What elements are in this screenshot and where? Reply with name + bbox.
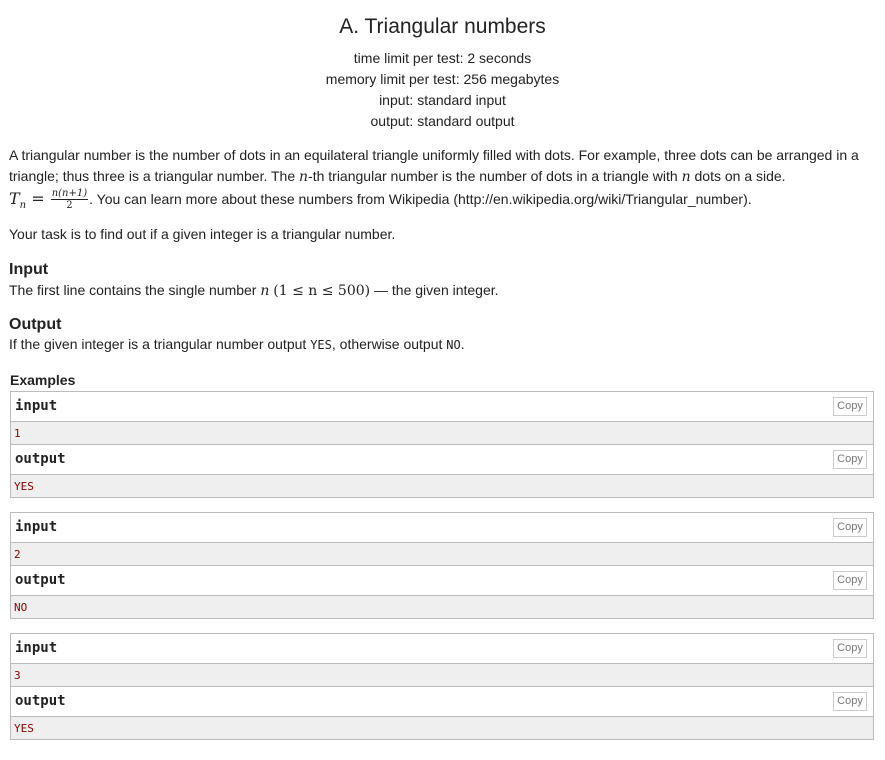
example-1: input Copy 1 output Copy YES: [10, 391, 874, 498]
example-output-value: YES: [14, 722, 34, 735]
input-heading: Input: [9, 261, 49, 278]
input-label: input: [15, 398, 58, 414]
example-2: input Copy 2 output Copy NO: [10, 512, 874, 619]
problem-statement: A triangular number is the number of dot…: [9, 145, 875, 216]
statement-line-1: A triangular number is the number of dot…: [9, 147, 859, 163]
output-label: output: [15, 451, 66, 467]
example-input-body: 2: [11, 543, 873, 566]
copy-output-button[interactable]: Copy: [833, 571, 867, 590]
input-label: input: [15, 519, 58, 535]
example-input-body: 1: [11, 422, 873, 445]
example-output-body: NO: [11, 596, 873, 618]
problem-title: A. Triangular numbers: [339, 15, 546, 38]
memory-limit: memory limit per test: 256 megabytes: [325, 71, 560, 87]
example-input-value: 3: [14, 669, 21, 682]
formula: Tn = n(n+1) 2: [9, 188, 89, 212]
input-file: input: standard input: [379, 92, 506, 108]
example-input-value: 1: [14, 427, 21, 440]
example-output-value: NO: [14, 601, 28, 614]
copy-input-button[interactable]: Copy: [833, 397, 867, 416]
input-label: input: [15, 640, 58, 656]
example-output-header: output Copy: [11, 687, 873, 717]
example-input-header: input Copy: [11, 634, 873, 664]
example-input-body: 3: [11, 664, 873, 687]
example-output-header: output Copy: [11, 445, 873, 475]
example-input-header: input Copy: [11, 513, 873, 543]
output-heading: Output: [9, 316, 62, 333]
example-3: input Copy 3 output Copy YES: [10, 633, 874, 740]
example-input-value: 2: [14, 548, 21, 561]
time-limit: time limit per test: 2 seconds: [353, 50, 532, 66]
copy-output-button[interactable]: Copy: [833, 692, 867, 711]
statement-line-2: triangle; thus three is a triangular num…: [9, 168, 786, 185]
output-label: output: [15, 572, 66, 588]
output-spec-text: If the given integer is a triangular num…: [9, 336, 465, 352]
example-output-header: output Copy: [11, 566, 873, 596]
output-file: output: standard output: [370, 113, 515, 129]
copy-input-button[interactable]: Copy: [833, 518, 867, 537]
copy-output-button[interactable]: Copy: [833, 450, 867, 469]
statement-line-3: Tn = n(n+1) 2. You can learn more about t…: [9, 188, 752, 212]
example-output-body: YES: [11, 475, 873, 497]
example-output-value: YES: [14, 480, 34, 493]
example-output-body: YES: [11, 717, 873, 739]
output-label: output: [15, 693, 66, 709]
examples-heading: Examples: [10, 372, 76, 388]
input-spec-text: The first line contains the single numbe…: [9, 282, 499, 299]
task-text: Your task is to find out if a given inte…: [9, 226, 396, 242]
example-input-header: input Copy: [11, 392, 873, 422]
copy-input-button[interactable]: Copy: [833, 639, 867, 658]
